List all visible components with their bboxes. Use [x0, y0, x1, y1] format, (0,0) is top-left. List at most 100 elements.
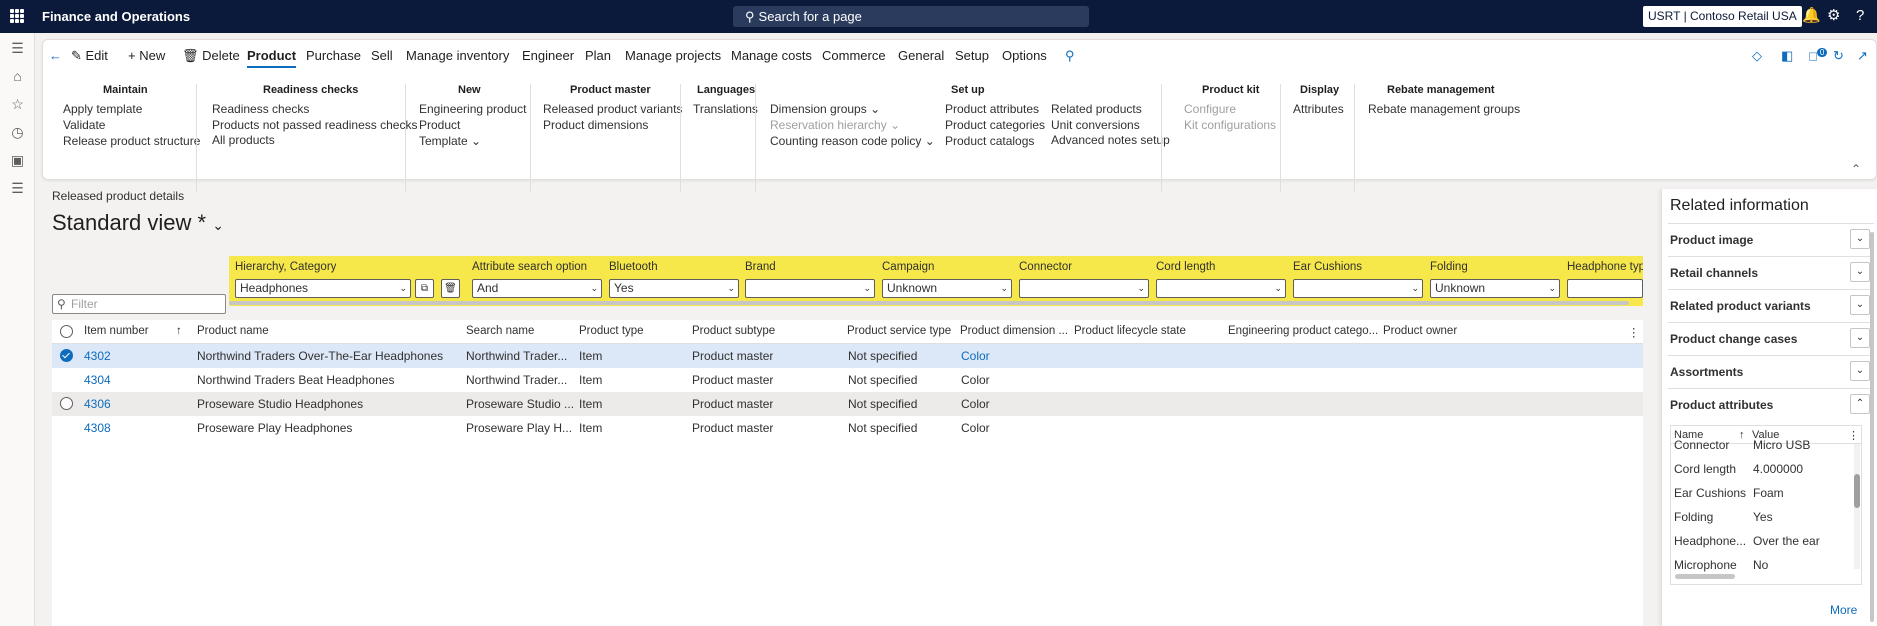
attributes-vscrollbar[interactable]	[1854, 444, 1860, 569]
template-dropdown[interactable]: Template ⌄	[419, 134, 481, 148]
dimension-link[interactable]: Color	[961, 349, 990, 363]
tab-manage-projects[interactable]: Manage projects	[625, 48, 721, 63]
col-product-owner[interactable]: Product owner	[1383, 325, 1457, 337]
tab-engineer[interactable]: Engineer	[522, 48, 574, 63]
product-catalogs-button[interactable]: Product catalogs	[945, 134, 1034, 148]
fasttab-product-image[interactable]: Product image ⌄	[1668, 223, 1874, 255]
row-checkbox[interactable]	[60, 397, 73, 410]
view-selector[interactable]: Standard view * ⌄	[52, 210, 224, 236]
unit-conversions-button[interactable]: Unit conversions	[1051, 118, 1140, 132]
copy-icon[interactable]: ⧉	[415, 279, 434, 298]
collapse-ribbon-icon[interactable]: ⌃	[1851, 162, 1861, 176]
fasttab-related-variants[interactable]: Related product variants ⌄	[1668, 289, 1874, 321]
col-product-dimension[interactable]: Product dimension ...	[960, 325, 1075, 337]
tab-manage-costs[interactable]: Manage costs	[731, 48, 812, 63]
waffle-icon[interactable]	[10, 9, 24, 23]
col-item-number[interactable]: Item number	[84, 325, 149, 337]
column-options-icon[interactable]: ⋮	[1848, 429, 1859, 442]
back-icon[interactable]: ←	[49, 48, 62, 63]
counting-reason-dropdown[interactable]: Counting reason code policy ⌄	[770, 134, 935, 148]
gear-icon[interactable]: ⚙	[1827, 7, 1840, 25]
ribbon-search-icon[interactable]: ⚲	[1065, 48, 1075, 64]
products-not-passed-button[interactable]: Products not passed readiness checks	[212, 118, 417, 132]
tab-manage-inventory[interactable]: Manage inventory	[406, 48, 509, 63]
grid-filter-input[interactable]: ⚲ Filter	[52, 294, 226, 314]
advanced-notes-button[interactable]: Advanced notes setup	[1051, 133, 1170, 147]
fasttab-change-cases[interactable]: Product change cases ⌄	[1668, 322, 1874, 354]
item-number-link[interactable]: 4308	[84, 421, 111, 435]
star-icon[interactable]: ☆	[9, 96, 26, 113]
delete-button[interactable]: 🗑 Delete	[182, 48, 240, 64]
pane-scrollbar[interactable]	[1870, 232, 1874, 622]
column-options-icon[interactable]: ⋮	[1628, 325, 1640, 339]
row-checkbox[interactable]	[60, 349, 73, 362]
help-icon[interactable]: ?	[1856, 7, 1864, 25]
more-link[interactable]: More	[1830, 603, 1857, 617]
readiness-checks-button[interactable]: Readiness checks	[212, 102, 309, 116]
new-button[interactable]: + New	[128, 48, 165, 63]
item-number-link[interactable]: 4304	[84, 373, 111, 387]
product-button[interactable]: Product	[419, 118, 460, 132]
table-row[interactable]: 4306 Proseware Studio Headphones Prosewa…	[52, 392, 1643, 416]
table-row[interactable]: 4304 Northwind Traders Beat Headphones N…	[52, 368, 1643, 392]
fasttab-product-attributes[interactable]: Product attributes ⌃	[1668, 388, 1874, 420]
headphone-type-select[interactable]	[1567, 279, 1643, 298]
edit-button[interactable]: ✎ Edit	[71, 48, 108, 64]
col-service-type[interactable]: Product service type	[847, 325, 951, 337]
workspace-icon[interactable]: ▣	[9, 152, 26, 169]
tab-commerce[interactable]: Commerce	[822, 48, 886, 63]
dimension-groups-dropdown[interactable]: Dimension groups ⌄	[770, 102, 880, 116]
brand-select[interactable]: ⌄	[745, 279, 875, 298]
bluetooth-select[interactable]: Yes ⌄	[609, 279, 739, 298]
released-variants-button[interactable]: Released product variants	[543, 102, 682, 116]
col-product-name[interactable]: Product name	[197, 325, 269, 337]
open-new-icon[interactable]: ↗	[1857, 48, 1868, 64]
table-row[interactable]: 4308 Proseware Play Headphones Proseware…	[52, 416, 1643, 440]
item-number-link[interactable]: 4302	[84, 349, 111, 363]
filter-scrollbar[interactable]	[229, 301, 1629, 305]
apply-template-button[interactable]: Apply template	[63, 102, 142, 116]
hierarchy-select[interactable]: Headphones ⌄	[235, 279, 411, 298]
attribute-search-select[interactable]: And ⌄	[472, 279, 602, 298]
col-search-name[interactable]: Search name	[466, 325, 534, 337]
col-product-type[interactable]: Product type	[579, 325, 644, 337]
select-all-checkbox[interactable]	[60, 325, 73, 338]
tab-sell[interactable]: Sell	[371, 48, 393, 63]
col-engineering-category[interactable]: Engineering product catego...	[1228, 325, 1378, 337]
trash-icon[interactable]: 🗑	[441, 279, 460, 298]
tab-product[interactable]: Product	[247, 48, 297, 68]
product-categories-button[interactable]: Product categories	[945, 118, 1045, 132]
col-lifecycle-state[interactable]: Product lifecycle state	[1074, 325, 1186, 337]
clock-icon[interactable]: ◷	[9, 124, 26, 141]
item-number-link[interactable]: 4306	[84, 397, 111, 411]
folding-select[interactable]: Unknown ⌄	[1430, 279, 1560, 298]
campaign-select[interactable]: Unknown ⌄	[882, 279, 1012, 298]
connector-select[interactable]: ⌄	[1019, 279, 1149, 298]
cord-length-select[interactable]: ⌄	[1156, 279, 1286, 298]
tab-options[interactable]: Options	[1002, 48, 1047, 63]
attributes-button[interactable]: Attributes	[1293, 102, 1344, 116]
rebate-groups-button[interactable]: Rebate management groups	[1368, 102, 1520, 116]
company-picker[interactable]: USRT | Contoso Retail USA	[1643, 6, 1802, 27]
tab-setup[interactable]: Setup	[955, 48, 989, 63]
bell-icon[interactable]: 🔔	[1802, 7, 1821, 25]
validate-button[interactable]: Validate	[63, 118, 105, 132]
engineering-product-button[interactable]: Engineering product	[419, 102, 526, 116]
hamburger-icon[interactable]: ☰	[9, 40, 26, 57]
col-product-subtype[interactable]: Product subtype	[692, 325, 775, 337]
ear-cushions-select[interactable]: ⌄	[1293, 279, 1423, 298]
attributes-hscrollbar[interactable]	[1675, 574, 1735, 579]
tab-purchase[interactable]: Purchase	[306, 48, 361, 63]
fasttab-assortments[interactable]: Assortments ⌄	[1668, 355, 1874, 387]
all-products-button[interactable]: All products	[212, 133, 275, 147]
release-structure-button[interactable]: Release product structure	[63, 134, 200, 148]
translations-button[interactable]: Translations	[693, 102, 758, 116]
related-products-button[interactable]: Related products	[1051, 102, 1142, 116]
notification-icon[interactable]: □ 0	[1809, 48, 1828, 63]
diamond-icon[interactable]: ◇	[1752, 48, 1762, 64]
fasttab-retail-channels[interactable]: Retail channels ⌄	[1668, 256, 1874, 288]
tab-plan[interactable]: Plan	[585, 48, 611, 63]
refresh-icon[interactable]: ↻	[1833, 48, 1844, 64]
table-row[interactable]: 4302 Northwind Traders Over-The-Ear Head…	[52, 344, 1643, 368]
home-icon[interactable]: ⌂	[9, 68, 26, 85]
